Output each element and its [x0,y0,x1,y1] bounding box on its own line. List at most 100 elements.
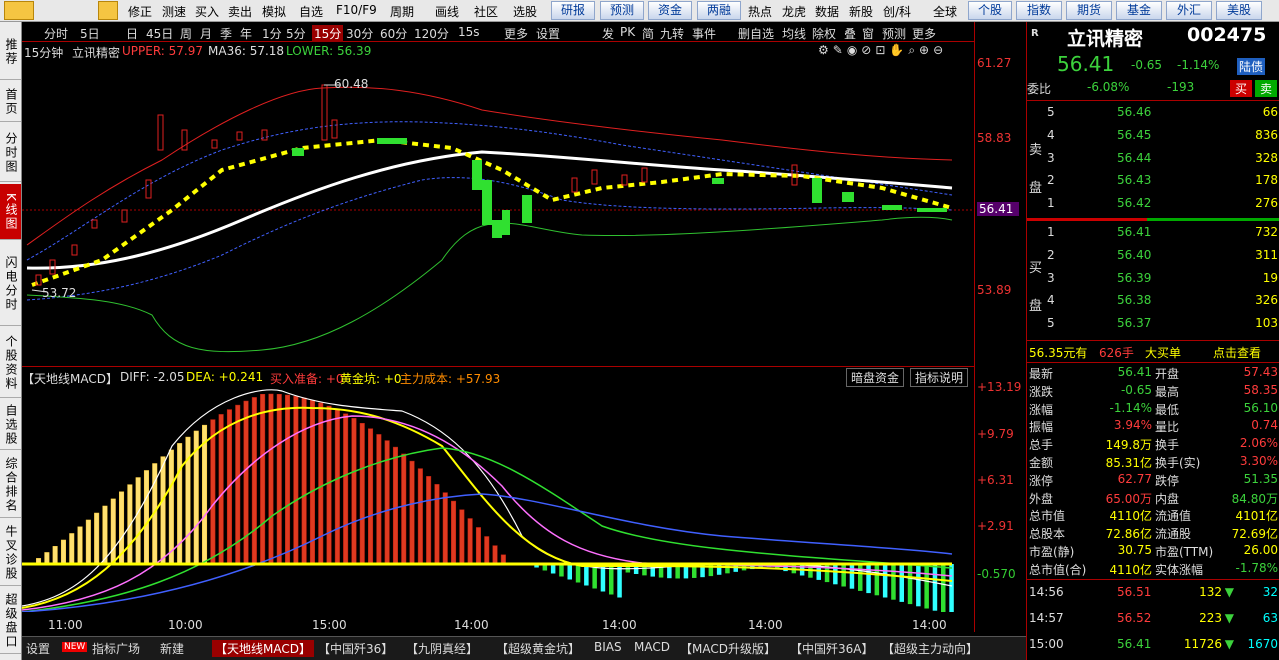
tab-settings[interactable]: 设置 [26,640,50,657]
kline-chart[interactable]: 60.48 53.72 [22,60,974,365]
order-row[interactable]: 5 56.46 66 [1027,105,1279,123]
tool-item[interactable]: 发 [602,25,614,42]
tool-item[interactable]: 事件 [692,25,716,42]
toolbar-item[interactable]: 选股 [513,3,537,20]
toolbar-button[interactable]: 两融 [697,1,741,20]
tool-item[interactable]: 更多 [912,25,936,42]
bond-badge[interactable]: 陆债 [1237,58,1266,75]
toolbar-item[interactable]: 周期 [390,3,414,20]
nav-item[interactable]: 闪电分时 [0,242,21,326]
toolbar-button[interactable]: 个股 [968,1,1012,20]
order-row[interactable]: 1 56.42 276 [1027,196,1279,214]
down-icon[interactable] [98,1,118,20]
nav-item[interactable]: 自选股 [0,400,21,450]
period-tab-active[interactable]: 15分 [312,25,344,42]
macd-chart[interactable] [21,386,974,616]
tool-item[interactable]: 叠 [844,25,856,42]
indicator-help-button[interactable]: 指标说明 [910,368,969,387]
period-tab[interactable]: 45日 [146,25,173,42]
nav-item[interactable]: 分时图 [0,124,21,182]
toolbar-item[interactable]: 卖出 [228,3,252,20]
period-tab[interactable]: 日 [126,25,138,42]
order-row[interactable]: 2 56.43 178 [1027,173,1279,191]
tab-indicator[interactable]: 【九阴真经】 [406,640,478,657]
back-icon[interactable] [4,1,34,20]
nav-item[interactable]: 超级盘口 [0,588,21,654]
toolbar-item[interactable]: 修正 [128,3,152,20]
tab-indicator[interactable]: 【中国歼36】 [318,640,393,657]
order-row[interactable]: 4 56.45 836 [1027,128,1279,146]
period-tab[interactable]: 季 [220,25,232,42]
period-tab[interactable]: 5分 [286,25,306,42]
toolbar-button[interactable]: 期货 [1066,1,1112,20]
tab-new[interactable]: 新建 [160,640,184,657]
toolbar-item[interactable]: 测速 [162,3,186,20]
period-tab[interactable]: 设置 [536,25,560,42]
toolbar-item[interactable]: 买入 [195,3,219,20]
order-row[interactable]: 3 56.39 19 [1027,271,1279,289]
period-tab[interactable]: 1分 [262,25,282,42]
tool-item[interactable]: 删自选 [738,25,774,42]
dark-fund-button[interactable]: 暗盘资金 [846,368,905,387]
period-tab[interactable]: 周 [180,25,192,42]
chart-tool-icons[interactable]: ⚙✎◉⊘⊡✋⌕⊕⊖ [818,43,947,58]
toolbar-button[interactable]: 指数 [1016,1,1062,20]
toolbar-item[interactable]: 画线 [435,3,459,20]
toolbar-button[interactable]: 外汇 [1166,1,1212,20]
tool-item[interactable]: 九转 [660,25,684,42]
period-tab[interactable]: 更多 [504,25,528,42]
tab-indicator-square[interactable]: 指标广场 [92,640,140,657]
tab-indicator[interactable]: 【中国歼36A】 [790,640,873,657]
tool-item[interactable]: 除权 [812,25,836,42]
nav-item[interactable]: 首页 [0,82,21,122]
nav-item[interactable]: 综合排名 [0,452,21,518]
toolbar-item[interactable]: 创/科 [883,3,911,20]
nav-item-kline[interactable]: K线图 [0,184,21,240]
order-row[interactable]: 1 56.41 732 [1027,225,1279,243]
toolbar-item[interactable]: 龙虎 [782,3,806,20]
toolbar-button[interactable]: 基金 [1116,1,1162,20]
period-tab[interactable]: 5日 [80,25,100,42]
tab-indicator[interactable]: 【超级主力动向】 [882,640,978,657]
order-row[interactable]: 4 56.38 326 [1027,293,1279,311]
tab-indicator[interactable]: 【MACD升级版】 [680,640,776,657]
buy-button[interactable]: 买 [1230,80,1253,97]
toolbar-button[interactable]: 资金 [648,1,692,20]
tool-item[interactable]: 简 [642,25,654,42]
toolbar-item[interactable]: 社区 [474,3,498,20]
toolbar-item[interactable]: 全球 [933,3,957,20]
toolbar-item[interactable]: 新股 [849,3,873,20]
toolbar-item[interactable]: 模拟 [262,3,286,20]
period-tab[interactable]: 年 [240,25,252,42]
toolbar-item[interactable]: F10/F9 [336,3,377,17]
tool-item[interactable]: PK [620,25,635,39]
toolbar-item[interactable]: 热点 [748,3,772,20]
period-tab[interactable]: 月 [200,25,212,42]
nav-item[interactable]: 推荐 [0,24,21,80]
tool-item[interactable]: 均线 [782,25,806,42]
period-tab[interactable]: 15s [458,25,480,39]
order-row[interactable]: 2 56.40 311 [1027,248,1279,266]
tab-indicator[interactable]: BIAS [594,640,622,654]
tab-indicator[interactable]: MACD [634,640,670,654]
order-row[interactable]: 5 56.37 103 [1027,316,1279,334]
period-tab[interactable]: 分时 [44,25,68,42]
toolbar-button[interactable]: 美股 [1216,1,1262,20]
bigorder-view-link[interactable]: 点击查看 [1213,344,1261,361]
toolbar-item[interactable]: 自选 [299,3,323,20]
time-axis: 11:00 10:00 15:00 14:00 14:00 14:00 14:0… [22,617,974,633]
period-tab[interactable]: 60分 [380,25,407,42]
nav-item[interactable]: 个股资料 [0,328,21,398]
order-row[interactable]: 3 56.44 328 [1027,151,1279,169]
toolbar-item[interactable]: 数据 [815,3,839,20]
toolbar-button[interactable]: 预测 [600,1,644,20]
tab-indicator[interactable]: 【超级黄金坑】 [496,640,580,657]
period-tab[interactable]: 120分 [414,25,449,42]
sell-button[interactable]: 卖 [1255,80,1278,97]
tool-item[interactable]: 预测 [882,25,906,42]
tab-active[interactable]: 【天地线MACD】 [212,640,314,657]
toolbar-button[interactable]: 研报 [551,1,595,20]
tool-item[interactable]: 窗 [862,25,874,42]
period-tab[interactable]: 30分 [346,25,373,42]
nav-item[interactable]: 牛叉诊股 [0,520,21,586]
